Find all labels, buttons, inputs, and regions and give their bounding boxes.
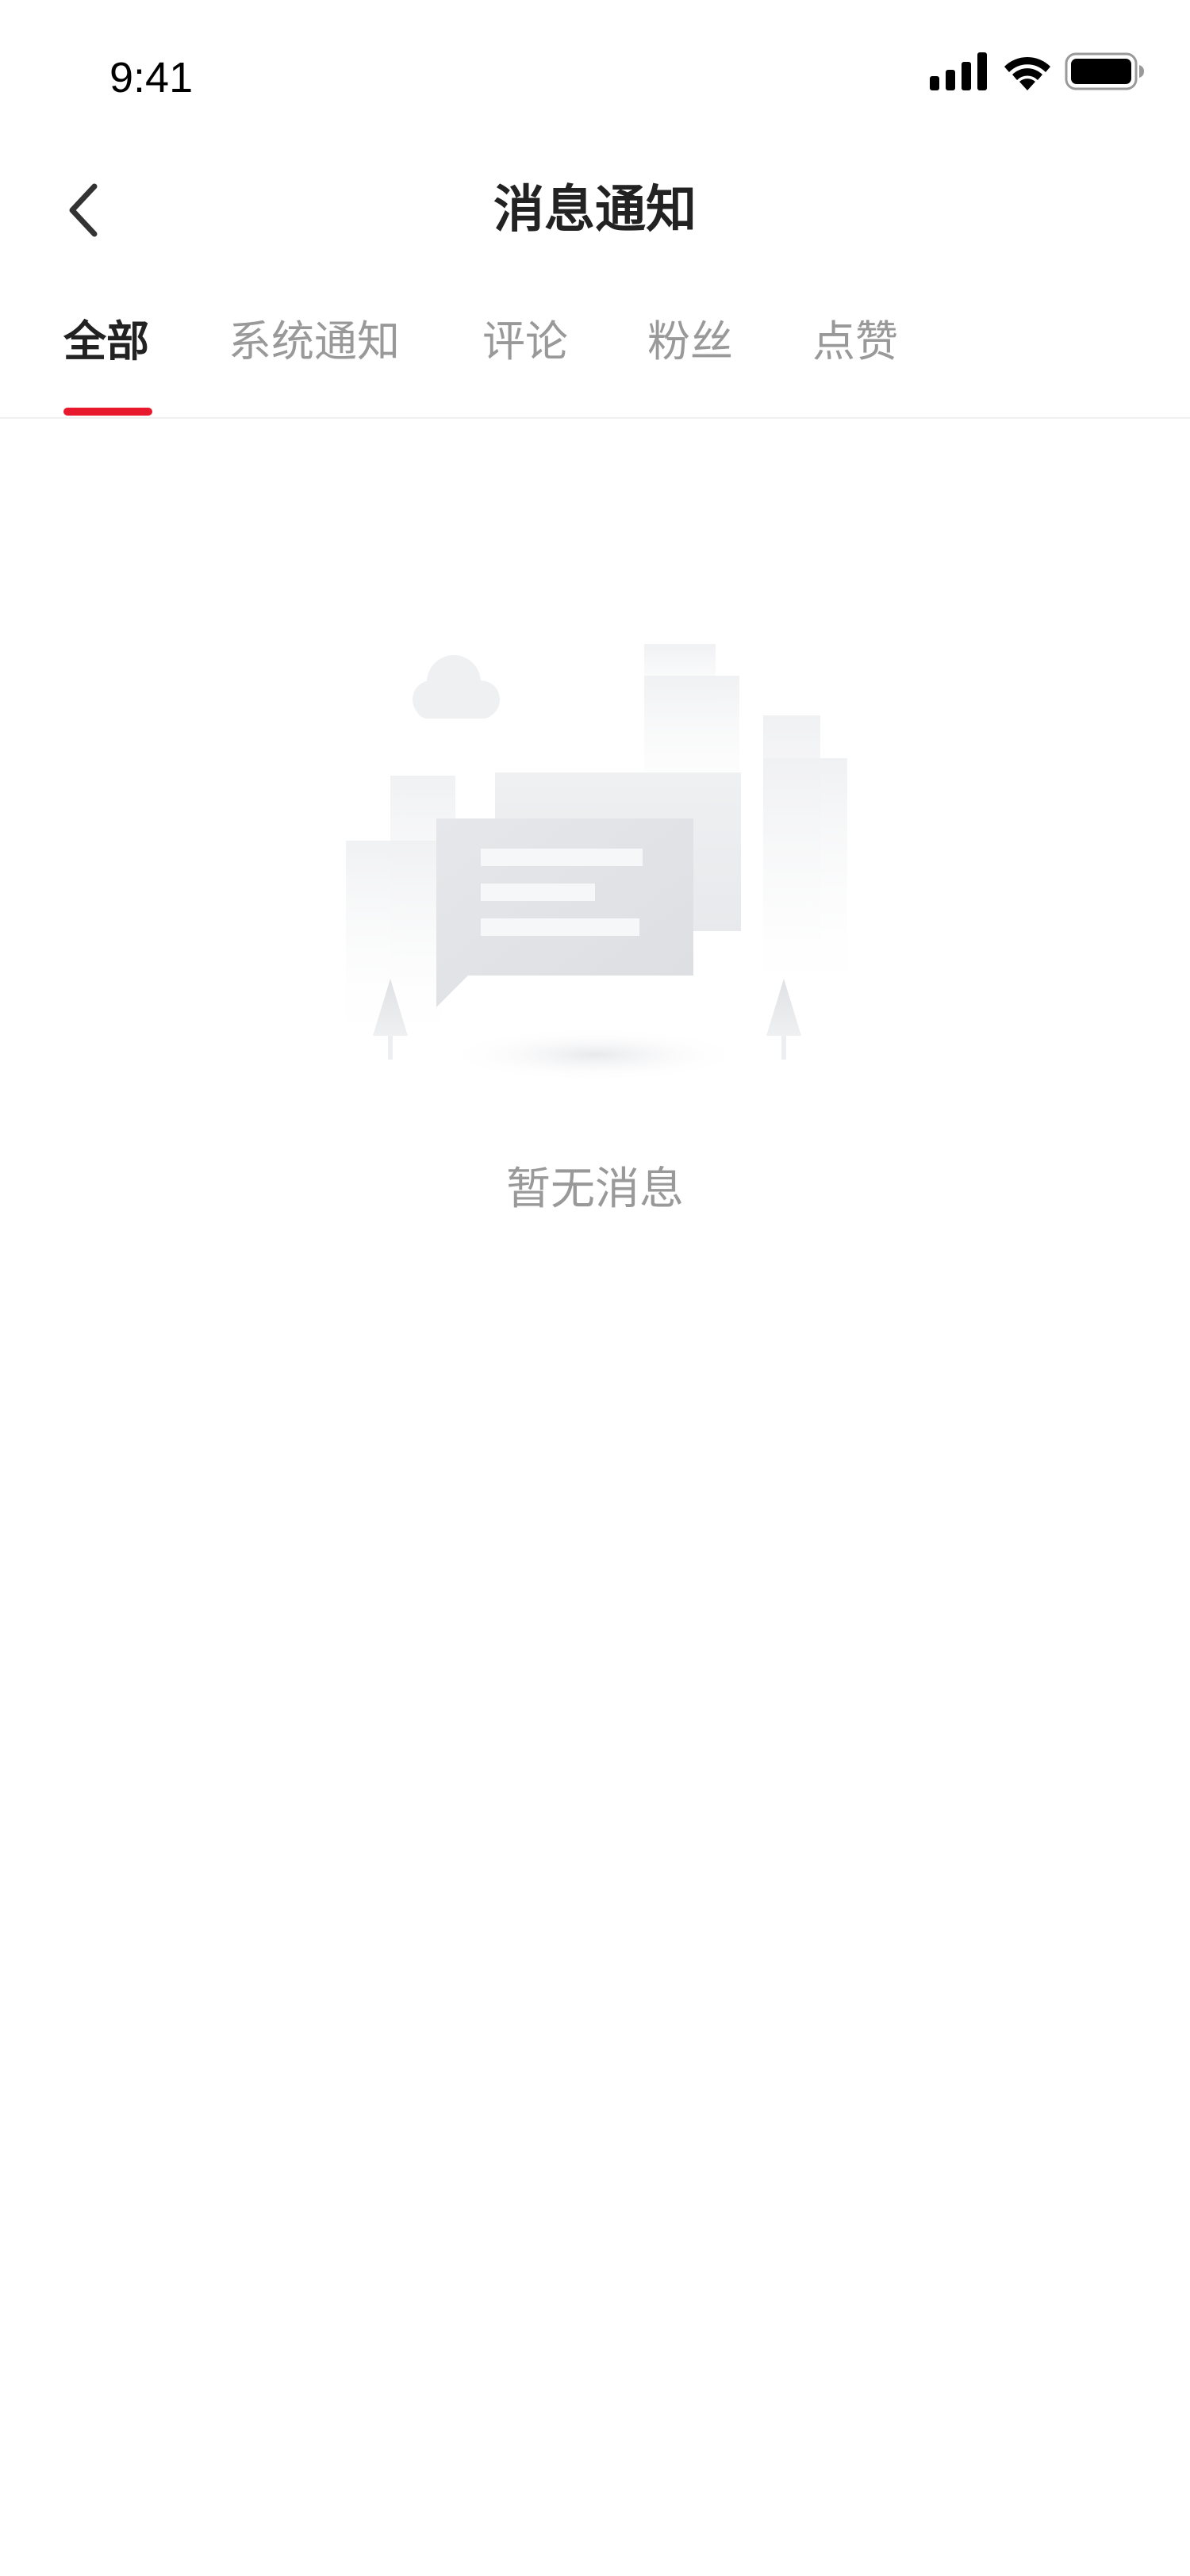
- nav-bar: 消息通知: [0, 143, 1190, 278]
- tab-comments[interactable]: 评论: [482, 293, 568, 417]
- status-time: 9:41: [109, 54, 194, 102]
- tab-likes[interactable]: 点赞: [812, 293, 898, 417]
- status-bar: 9:41: [0, 0, 1190, 143]
- cellular-signal-icon: [930, 52, 987, 90]
- empty-state: 暂无消息: [0, 619, 1190, 1253]
- battery-icon: [1065, 52, 1144, 90]
- empty-state-message: 暂无消息: [506, 1163, 684, 1215]
- tab-system-notifications[interactable]: 系统通知: [228, 293, 400, 417]
- empty-messages-illustration: [346, 644, 847, 1082]
- tab-bar: 全部 系统通知 评论 粉丝 点赞: [0, 293, 1190, 419]
- cloud-shape: [413, 655, 500, 719]
- tab-all[interactable]: 全部: [63, 293, 149, 417]
- chevron-left-icon: [69, 183, 98, 237]
- active-tab-indicator: [63, 408, 152, 416]
- back-button[interactable]: [48, 174, 119, 246]
- tab-fans[interactable]: 粉丝: [647, 293, 733, 417]
- wifi-icon: [1004, 56, 1050, 90]
- page-title: 消息通知: [493, 181, 697, 240]
